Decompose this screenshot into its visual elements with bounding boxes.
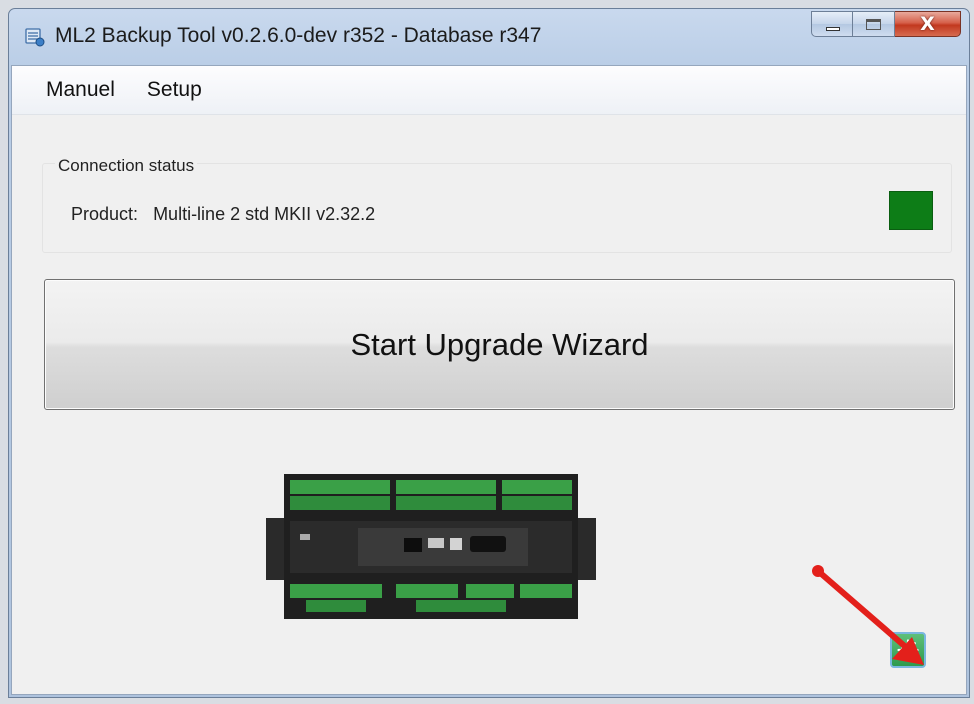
maximize-icon — [866, 19, 881, 30]
caption-buttons: X — [811, 11, 961, 37]
minimize-button[interactable] — [811, 11, 853, 37]
controller-device-image — [266, 474, 596, 619]
menu-setup[interactable]: Setup — [135, 78, 214, 102]
connection-status-indicator — [889, 191, 933, 230]
menu-manuel[interactable]: Manuel — [34, 78, 127, 102]
maximize-button[interactable] — [853, 11, 895, 37]
red-arrow-icon — [812, 565, 924, 665]
minimize-icon — [826, 27, 840, 31]
close-button[interactable]: X — [895, 11, 961, 37]
app-window: ML2 Backup Tool v0.2.6.0-dev r352 - Data… — [8, 8, 970, 698]
product-value: Multi-line 2 std MKII v2.32.2 — [153, 204, 376, 224]
product-info: Product: Multi-line 2 std MKII v2.32.2 — [71, 204, 375, 225]
window-title: ML2 Backup Tool v0.2.6.0-dev r352 - Data… — [55, 24, 542, 47]
connection-status-group: Connection status Product: Multi-line 2 … — [42, 156, 952, 253]
close-icon: X — [920, 13, 935, 35]
connection-status-title: Connection status — [55, 156, 198, 176]
product-label: Product: — [71, 204, 139, 224]
client-area: Manuel Setup Connection status Product: … — [11, 65, 967, 695]
start-upgrade-wizard-button[interactable]: Start Upgrade Wizard — [44, 279, 955, 410]
menu-bar: Manuel Setup — [12, 66, 966, 115]
database-icon — [25, 28, 45, 47]
title-bar[interactable]: ML2 Backup Tool v0.2.6.0-dev r352 - Data… — [9, 9, 969, 65]
